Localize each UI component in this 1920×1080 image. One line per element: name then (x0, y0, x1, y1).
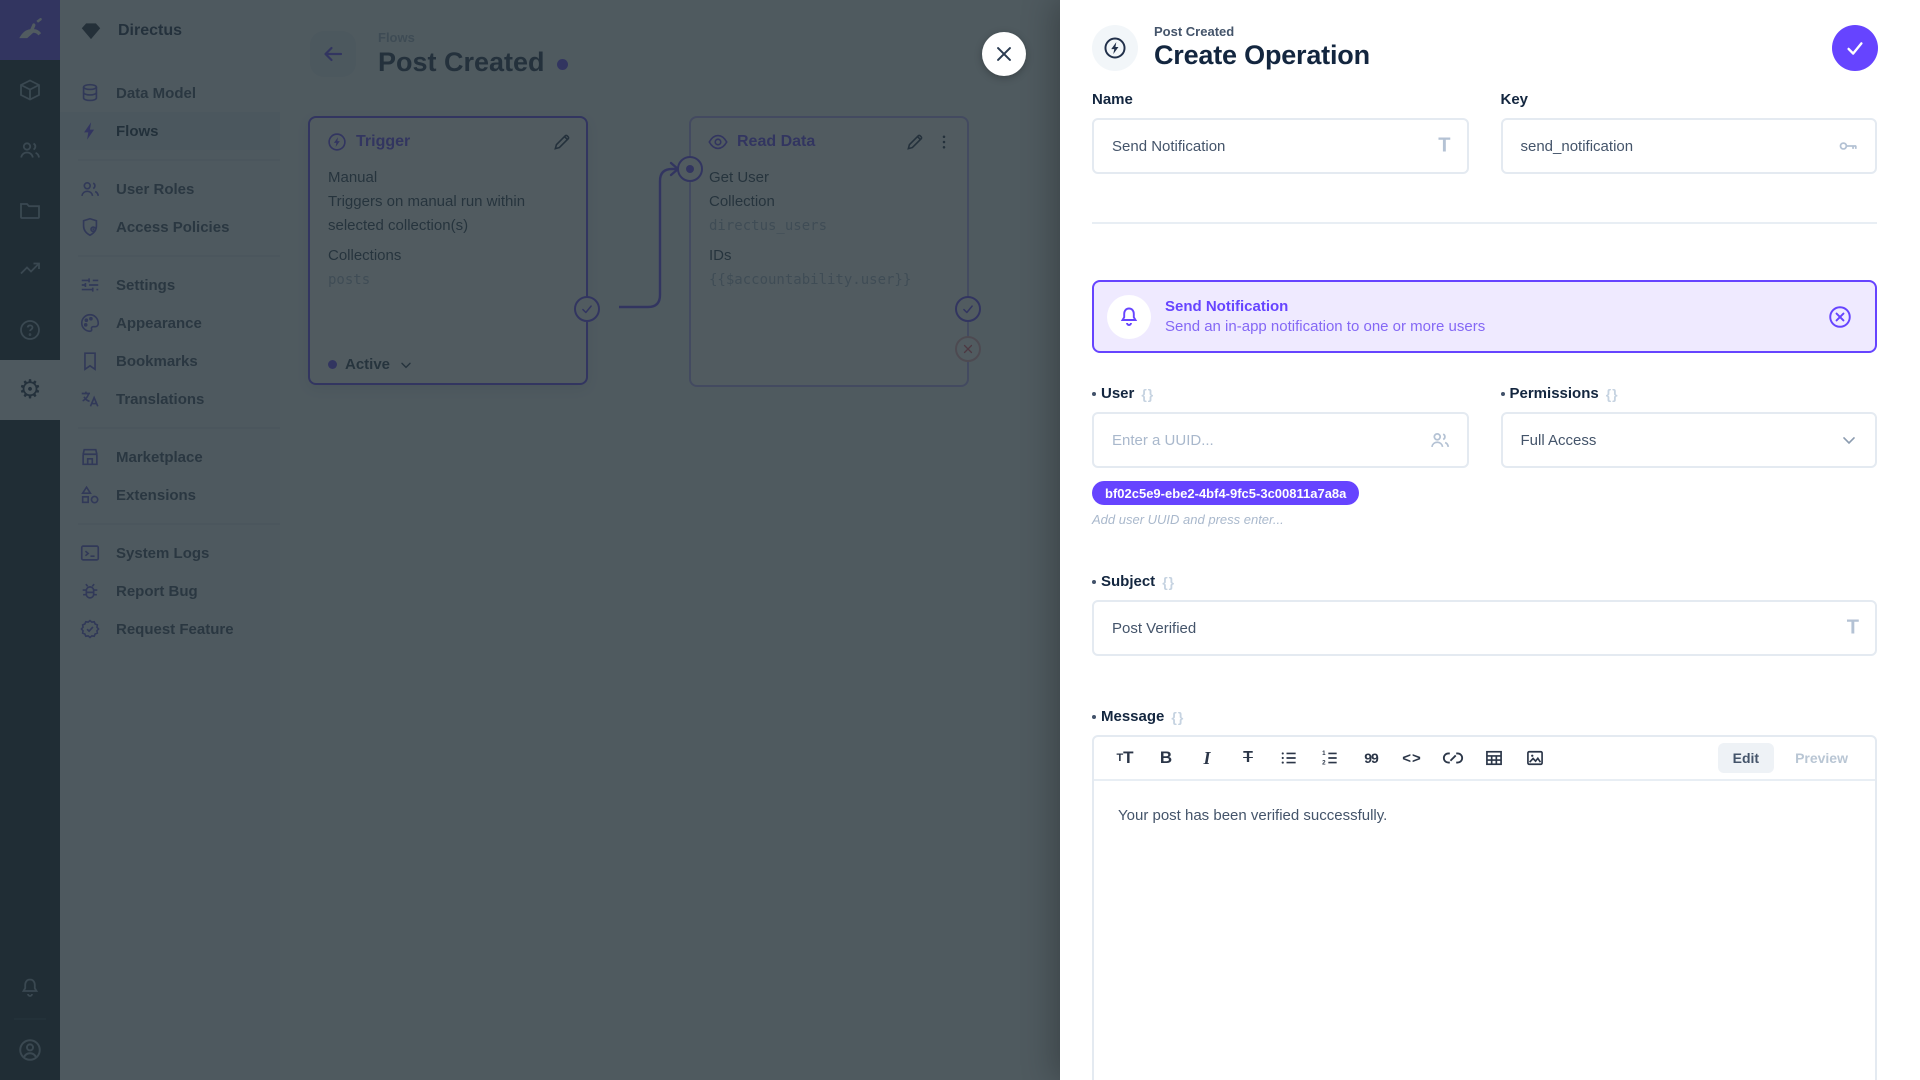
edited-dot (1092, 392, 1096, 396)
title-icon: T (1438, 135, 1450, 158)
preview-tab[interactable]: Preview (1780, 743, 1863, 773)
key-field[interactable] (1501, 118, 1878, 174)
heading-icon[interactable]: TT (1114, 747, 1136, 769)
svg-text:1: 1 (1322, 750, 1326, 757)
edited-dot (1092, 580, 1096, 584)
create-operation-drawer: Post Created Create Operation Name T (1060, 0, 1920, 1080)
operation-tile-title: Send Notification (1165, 298, 1485, 315)
user-uuid-chip[interactable]: bf02c5e9-ebe2-4bf4-9fc5-3c00811a7a8a (1092, 481, 1359, 505)
permissions-label: Permissions (1510, 385, 1599, 402)
raw-value-icon[interactable]: {} (1606, 386, 1619, 402)
subject-input[interactable] (1112, 620, 1827, 637)
image-icon[interactable] (1524, 747, 1546, 769)
raw-value-icon[interactable]: {} (1171, 709, 1184, 725)
key-label: Key (1501, 91, 1529, 108)
key-input[interactable] (1521, 138, 1828, 155)
code-icon[interactable]: <> (1401, 747, 1423, 769)
name-field[interactable]: T (1092, 118, 1469, 174)
notification-bell-icon (1107, 295, 1151, 339)
key-icon (1837, 135, 1859, 157)
operation-type-tile[interactable]: Send Notification Send an in-app notific… (1092, 280, 1877, 353)
link-icon[interactable] (1442, 747, 1464, 769)
svg-text:2: 2 (1322, 760, 1326, 767)
italic-icon[interactable]: I (1196, 747, 1218, 769)
bolt-circle-icon (1092, 25, 1138, 71)
message-editor: TT B I T 12 99 <> (1092, 735, 1877, 1080)
message-label: Message (1101, 708, 1164, 725)
editor-toolbar: TT B I T 12 99 <> (1094, 737, 1875, 781)
message-content[interactable]: Your post has been verified successfully… (1094, 781, 1875, 850)
bullet-list-icon[interactable] (1278, 747, 1300, 769)
permissions-value: Full Access (1521, 432, 1597, 449)
drawer-breadcrumb: Post Created (1154, 24, 1370, 39)
numbered-list-icon[interactable]: 12 (1319, 747, 1341, 769)
close-icon (993, 43, 1015, 65)
subject-label: Subject (1101, 573, 1155, 590)
edited-dot (1501, 392, 1505, 396)
check-icon (1844, 37, 1866, 59)
edited-dot (1092, 715, 1096, 719)
raw-value-icon[interactable]: {} (1141, 386, 1154, 402)
directus-app: ⚙ Directus (0, 0, 1920, 1080)
divider (1092, 222, 1877, 224)
bold-icon[interactable]: B (1155, 747, 1177, 769)
modal-overlay[interactable] (0, 0, 1060, 1080)
deselect-operation-icon[interactable] (1827, 304, 1853, 330)
permissions-select[interactable]: Full Access (1501, 412, 1878, 468)
chevron-down-icon (1839, 430, 1859, 450)
subject-field[interactable]: T (1092, 600, 1877, 656)
raw-value-icon[interactable]: {} (1162, 574, 1175, 590)
title-icon: T (1847, 617, 1859, 640)
user-uuid-input[interactable] (1112, 432, 1419, 449)
operation-tile-subtitle: Send an in-app notification to one or mo… (1165, 318, 1485, 335)
user-field[interactable] (1092, 412, 1469, 468)
user-hint: Add user UUID and press enter... (1092, 512, 1469, 527)
strikethrough-icon[interactable]: T (1237, 747, 1259, 769)
blockquote-icon[interactable]: 99 (1360, 747, 1382, 769)
close-drawer-button[interactable] (982, 32, 1026, 76)
edit-tab[interactable]: Edit (1718, 743, 1774, 773)
users-icon (1429, 429, 1451, 451)
name-label: Name (1092, 91, 1133, 108)
user-label: User (1101, 385, 1134, 402)
save-button[interactable] (1832, 25, 1878, 71)
drawer-title: Create Operation (1154, 40, 1370, 71)
name-input[interactable] (1112, 138, 1419, 155)
table-icon[interactable] (1483, 747, 1505, 769)
